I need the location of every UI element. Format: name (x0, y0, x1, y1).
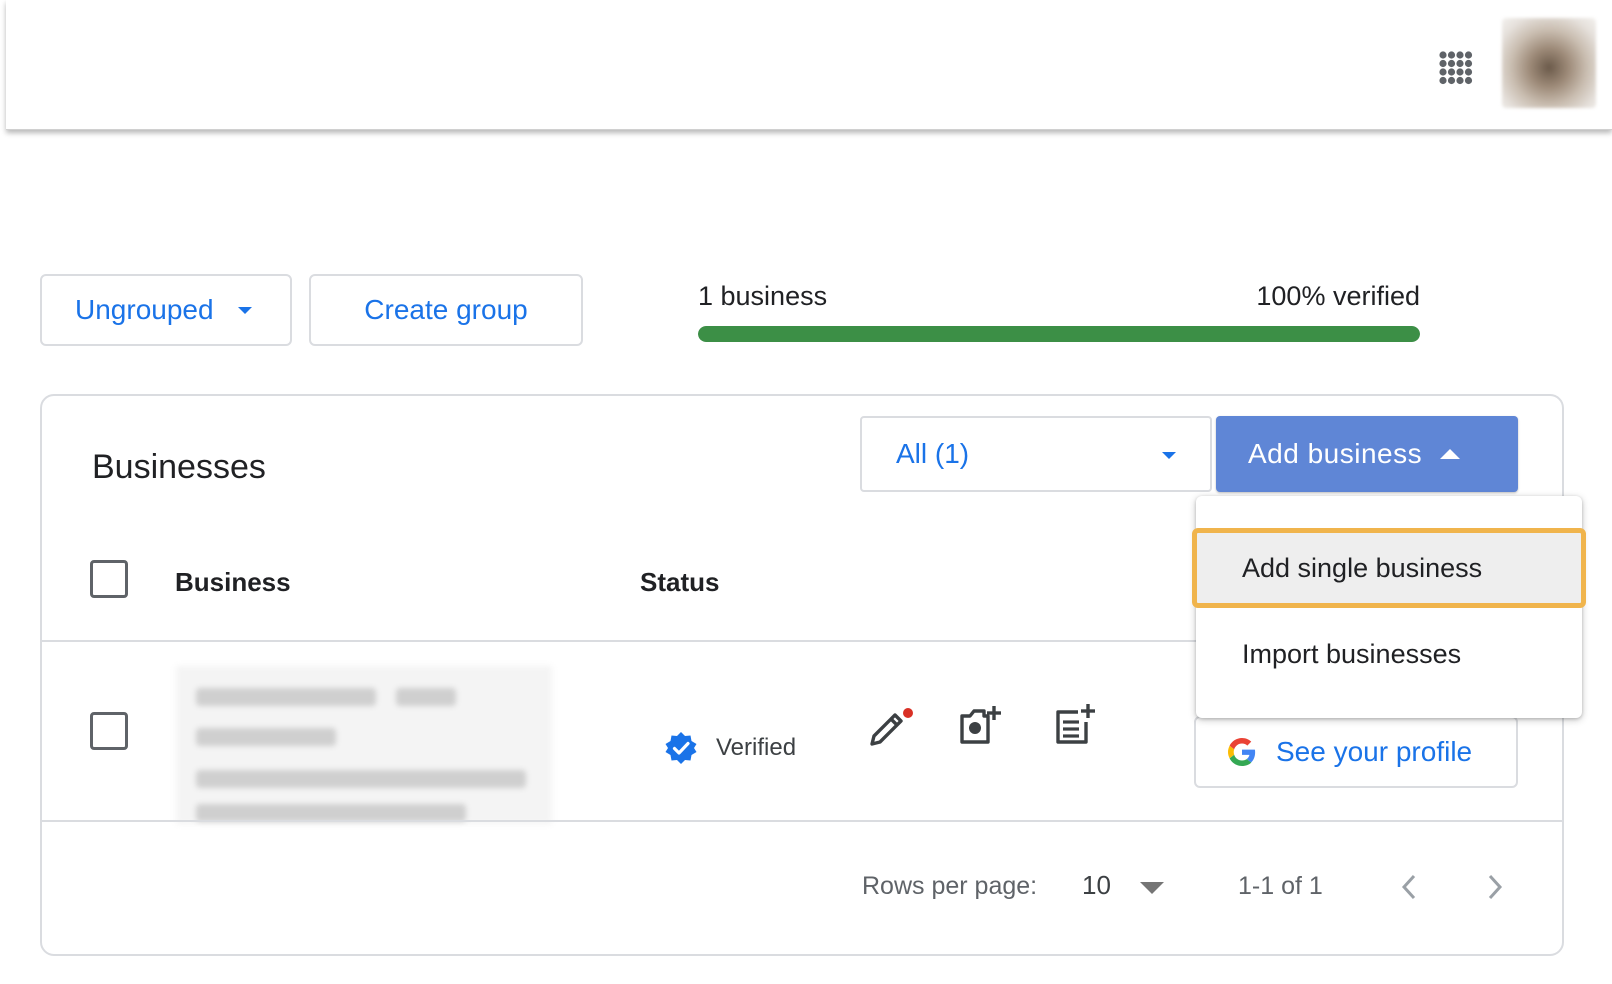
status-cell: Verified (664, 731, 796, 765)
add-business-menu: Add single business Import businesses (1192, 496, 1586, 718)
verification-progress-bar (698, 326, 1420, 342)
status-filter-value: All (1) (896, 438, 970, 469)
column-header-business: Business (175, 567, 291, 597)
account-avatar[interactable] (1502, 18, 1596, 108)
group-select[interactable]: Ungrouped (40, 274, 292, 346)
menu-item-import-businesses[interactable]: Import businesses (1196, 614, 1582, 694)
card-title: Businesses (92, 448, 266, 486)
top-app-bar (6, 0, 1612, 130)
create-group-label: Create group (364, 294, 528, 325)
select-all-checkbox[interactable] (90, 560, 128, 598)
apps-grid-icon[interactable] (1438, 50, 1474, 86)
column-header-status: Status (640, 567, 720, 597)
status-filter-select[interactable]: All (1) (860, 416, 1212, 492)
chevron-down-icon (237, 306, 252, 314)
add-photo-icon[interactable] (958, 702, 1004, 748)
rows-per-page-value[interactable]: 10 (1082, 870, 1111, 901)
menu-item-add-single-business[interactable]: Add single business (1192, 528, 1586, 608)
chevron-down-icon (1162, 452, 1176, 459)
business-count: 1 business (698, 281, 828, 311)
rows-per-page-label: Rows per page: (862, 872, 1038, 900)
pagination-range: 1-1 of 1 (1238, 872, 1323, 900)
verification-progress-fill (698, 326, 1420, 342)
see-your-profile-label: See your profile (1276, 736, 1473, 767)
footer-divider (42, 820, 1562, 822)
add-business-button[interactable]: Add business (1216, 416, 1518, 492)
verified-percentage: 100% verified (1256, 281, 1420, 311)
row-checkbox[interactable] (90, 712, 128, 750)
see-your-profile-button[interactable]: See your profile (1194, 716, 1518, 788)
google-g-icon (1228, 738, 1256, 766)
edit-profile-icon[interactable] (864, 704, 916, 752)
verified-badge-icon (665, 732, 697, 764)
create-group-button[interactable]: Create group (309, 274, 583, 346)
add-business-label: Add business (1248, 438, 1423, 469)
next-page-icon[interactable] (1484, 872, 1506, 902)
add-post-icon[interactable] (1052, 702, 1098, 748)
rows-per-page-dropdown-icon[interactable] (1140, 882, 1164, 894)
chevron-up-icon (1440, 449, 1461, 459)
redacted-business-info (176, 666, 552, 824)
status-verified-label: Verified (716, 734, 797, 761)
previous-page-icon[interactable] (1398, 872, 1420, 902)
group-select-label: Ungrouped (75, 294, 214, 325)
